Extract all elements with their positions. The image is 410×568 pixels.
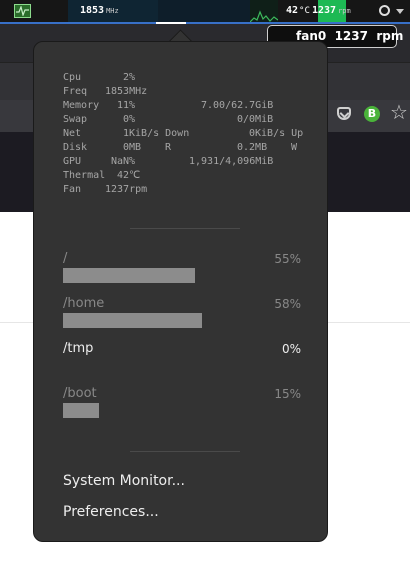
stat-row-thermal: Thermal 42℃ bbox=[63, 170, 140, 184]
disk-usage-bar-boot bbox=[63, 403, 99, 418]
stat-label: Freq bbox=[63, 86, 88, 97]
disk-mount-home: /home bbox=[63, 296, 105, 311]
stat-value: 2% bbox=[123, 72, 136, 83]
stat-label: Memory bbox=[63, 100, 100, 111]
stat-row-cpu: Cpu 2% bbox=[63, 72, 135, 86]
stat-value-read-label: R bbox=[165, 142, 172, 153]
cpu-frequency-indicator[interactable]: 1853 MHz bbox=[80, 5, 119, 16]
top-panel: 1853 MHz 42°C 1237 rpm bbox=[0, 0, 410, 24]
system-monitor-app-icon[interactable] bbox=[14, 4, 31, 18]
stat-label: Disk bbox=[63, 142, 88, 153]
stat-value: 1853MHz bbox=[105, 86, 148, 97]
separator bbox=[130, 451, 240, 452]
stat-row-memory: Memory 11% 7.00/62.7GiB bbox=[63, 100, 273, 114]
network-graph bbox=[249, 0, 279, 24]
stat-label: GPU bbox=[63, 156, 82, 167]
temperature-value: 42 bbox=[286, 5, 299, 16]
stat-row-disk: Disk 0MB R 0.2MB W bbox=[63, 142, 297, 156]
disk-usage-bar-root bbox=[63, 268, 195, 283]
disk-mount-root: / bbox=[63, 251, 68, 266]
stat-value-write-label: W bbox=[291, 142, 298, 153]
stat-row-fan: Fan 1237rpm bbox=[63, 184, 147, 198]
disk-mount-tmp: /tmp bbox=[63, 341, 94, 356]
fan-speed-indicator[interactable]: 1237 rpm bbox=[312, 5, 351, 16]
stat-value-detail: 7.00/62.7GiB bbox=[201, 100, 274, 111]
status-circle-icon[interactable] bbox=[379, 5, 390, 16]
disk-mount-boot: /boot bbox=[63, 386, 97, 401]
stat-value-detail: 0.2MB bbox=[237, 142, 268, 153]
disk-usage-bar-home bbox=[63, 313, 202, 328]
stat-value: 11% bbox=[117, 100, 136, 111]
stat-value-detail: 0KiB/s Up bbox=[249, 128, 304, 139]
system-monitor-popup: Cpu 2% Freq 1853MHz Memory 11% 7.00/62.7… bbox=[33, 41, 328, 542]
extension-b-icon[interactable]: B bbox=[364, 106, 380, 122]
stat-row-net: Net 1KiB/s Down 0KiB/s Up bbox=[63, 128, 303, 142]
stat-row-freq: Freq 1853MHz bbox=[63, 86, 147, 100]
disk-percent-home: 58% bbox=[274, 297, 301, 311]
cpu-frequency-value: 1853 bbox=[80, 5, 105, 16]
disk-bar-track-root bbox=[63, 268, 303, 283]
stat-row-swap: Swap 0% 0/0MiB bbox=[63, 114, 273, 128]
disk-percent-boot: 15% bbox=[274, 387, 301, 401]
bookmark-star-icon[interactable]: ☆ bbox=[390, 102, 408, 122]
stat-label: Thermal bbox=[63, 170, 106, 181]
stat-value-detail: 0/0MiB bbox=[237, 114, 274, 125]
dropdown-triangle-icon[interactable] bbox=[396, 9, 404, 14]
temperature-unit: °C bbox=[299, 6, 310, 16]
stat-value: 0MB bbox=[123, 142, 142, 153]
disk-percent-tmp: 0% bbox=[281, 342, 301, 356]
preferences-menu-item[interactable]: Preferences... bbox=[63, 504, 159, 520]
stat-label: Swap bbox=[63, 114, 88, 125]
temperature-indicator[interactable]: 42°C bbox=[286, 5, 310, 16]
system-monitor-menu-item[interactable]: System Monitor... bbox=[63, 473, 185, 489]
stat-label: Net bbox=[63, 128, 82, 139]
stat-value: 1237rpm bbox=[105, 184, 148, 195]
stat-label: Cpu bbox=[63, 72, 82, 83]
stat-value: 1KiB/s Down bbox=[123, 128, 190, 139]
pocket-icon[interactable] bbox=[337, 107, 351, 120]
stat-row-gpu: GPU NaN% 1,931/4,096MiB bbox=[63, 156, 273, 170]
fan-speed-value: 1237 bbox=[312, 5, 337, 16]
stat-value: 0% bbox=[123, 114, 136, 125]
stat-value: 42℃ bbox=[117, 170, 141, 181]
disk-percent-root: 55% bbox=[274, 252, 301, 266]
stat-value: NaN% bbox=[111, 156, 136, 167]
disk-bar-track-tmp bbox=[63, 358, 303, 373]
stat-value-detail: 1,931/4,096MiB bbox=[189, 156, 274, 167]
cpu-frequency-unit: MHz bbox=[106, 7, 119, 15]
disk-bar-track-home bbox=[63, 313, 303, 328]
separator bbox=[130, 228, 240, 229]
fan-speed-unit: rpm bbox=[338, 7, 351, 15]
disk-bar-track-boot bbox=[63, 403, 303, 418]
stat-label: Fan bbox=[63, 184, 82, 195]
